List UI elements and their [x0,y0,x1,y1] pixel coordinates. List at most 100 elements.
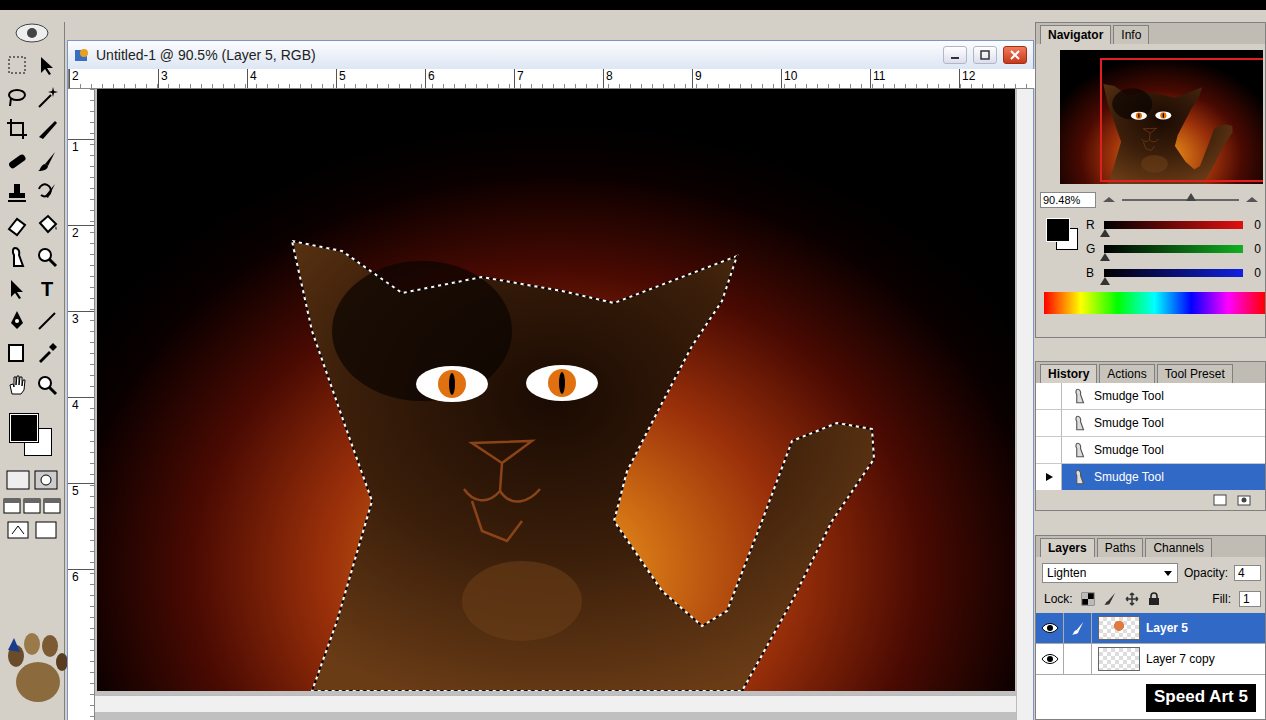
bucket-tool[interactable] [34,212,60,238]
brush-icon [1070,620,1086,636]
snapshot-icon[interactable] [1237,494,1251,506]
crop-tool[interactable] [4,116,30,142]
opacity-field[interactable]: 4 [1234,565,1261,581]
screen-mode-icon[interactable] [23,498,41,514]
healing-tool[interactable] [4,148,30,174]
ruler-label: 11 [870,69,959,88]
smudge-icon [1070,414,1088,432]
zoom-in-icon[interactable] [1245,194,1259,206]
opacity-value: 4 [1238,566,1245,580]
history-item[interactable]: Smudge Tool [1036,464,1265,490]
channel-slider-thumb[interactable] [1100,229,1110,237]
layer-row[interactable]: Layer 7 copy [1036,644,1265,675]
navigator-thumbnail[interactable] [1060,50,1263,184]
lock-all-icon[interactable] [1147,592,1161,606]
lasso-icon [5,85,29,109]
move-tool[interactable] [34,52,60,78]
marquee-icon [5,53,29,77]
panel-tab[interactable]: Tool Preset [1157,364,1233,383]
paw-logo-icon [4,630,68,710]
extras-icon[interactable] [34,520,58,540]
stamp-tool[interactable] [4,180,30,206]
canvas[interactable] [97,89,1015,691]
panel-tab[interactable]: Actions [1099,364,1154,383]
dodge-tool[interactable] [34,244,60,270]
horizontal-scrollbar[interactable] [95,695,1016,712]
screen-mode-icon[interactable] [3,498,21,514]
zoom-out-icon[interactable] [1102,194,1116,206]
channel-slider-thumb[interactable] [1100,277,1110,285]
panel-tab[interactable]: Paths [1097,538,1144,557]
panel-tab[interactable]: History [1040,364,1097,383]
channel-slider[interactable] [1104,245,1243,253]
magic-wand-tool[interactable] [34,84,60,110]
marquee-tool[interactable] [4,52,30,78]
layers-tabs: LayersPathsChannels [1036,536,1265,557]
zoom-slider[interactable] [1122,199,1239,201]
panel-tab[interactable]: Navigator [1040,25,1111,44]
line-tool[interactable] [34,308,60,334]
lasso-tool[interactable] [4,84,30,110]
panel-tab[interactable]: Channels [1145,538,1212,557]
eraser-tool[interactable] [4,212,30,238]
lock-pixels-icon[interactable] [1103,592,1117,606]
color-spectrum[interactable] [1044,292,1265,314]
layer-name: Layer 7 copy [1146,652,1215,666]
dodge-icon [35,245,59,269]
notes-tool[interactable] [4,340,30,366]
foreground-swatch[interactable] [1046,218,1070,242]
close-button[interactable] [1003,46,1027,64]
zoom-field[interactable]: 90.48% [1040,192,1096,208]
magic-wand-icon [35,85,59,109]
channel-slider[interactable] [1104,221,1243,229]
screen-mode-buttons [3,498,61,514]
zoom-slider-thumb[interactable] [1186,193,1196,201]
channel-slider[interactable] [1104,269,1243,277]
history-source-box[interactable] [1036,437,1062,463]
maximize-button[interactable] [973,46,997,64]
history-source-box[interactable] [1036,383,1062,409]
eye-icon[interactable] [1041,653,1059,665]
path-select-tool[interactable] [4,276,30,302]
history-brush-tool[interactable] [34,180,60,206]
screen-mode-icon[interactable] [43,498,61,514]
color-swatches[interactable] [10,414,54,456]
visibility-toggle[interactable] [1036,613,1064,643]
lock-position-icon[interactable] [1125,592,1139,606]
smudge-tool[interactable] [4,244,30,270]
standard-mode-icon[interactable] [6,470,30,490]
history-item[interactable]: Smudge Tool [1036,410,1265,437]
eyedropper-tool[interactable] [34,340,60,366]
minimize-button[interactable] [943,46,967,64]
blend-mode-dropdown[interactable]: Lighten [1042,563,1178,583]
lock-transparency-icon[interactable] [1081,592,1095,606]
hand-tool[interactable] [4,372,30,398]
new-document-icon[interactable] [1213,494,1227,506]
navigator-view-box[interactable] [1100,58,1263,182]
type-tool[interactable]: T [34,276,60,302]
slice-tool[interactable] [34,116,60,142]
document-title-bar[interactable]: Untitled-1 @ 90.5% (Layer 5, RGB) [68,41,1033,69]
history-source-box[interactable] [1036,464,1062,490]
zoom-tool[interactable] [34,372,60,398]
panel-tab[interactable]: Layers [1040,538,1095,557]
history-source-box[interactable] [1036,410,1062,436]
pen-tool[interactable] [4,308,30,334]
panel-tab[interactable]: Info [1113,25,1149,44]
foreground-color-swatch[interactable] [10,414,38,442]
channel-name: G [1086,242,1098,256]
path-select-icon [5,277,29,301]
history-item[interactable]: Smudge Tool [1036,437,1265,464]
imageready-jump-icon[interactable] [6,520,30,540]
visibility-toggle[interactable] [1036,644,1064,674]
channel-slider-thumb[interactable] [1100,253,1110,261]
vertical-scrollbar[interactable] [1016,89,1033,720]
layer-row[interactable]: Layer 5 [1036,613,1265,644]
fill-field[interactable]: 1 [1239,591,1261,607]
eye-icon[interactable] [1041,622,1059,634]
brush-tool[interactable] [34,148,60,174]
color-swatch-pair[interactable] [1046,218,1078,250]
quick-mask-icon[interactable] [34,470,58,490]
ruler-label: 2 [68,225,94,311]
history-item[interactable]: Smudge Tool [1036,383,1265,410]
